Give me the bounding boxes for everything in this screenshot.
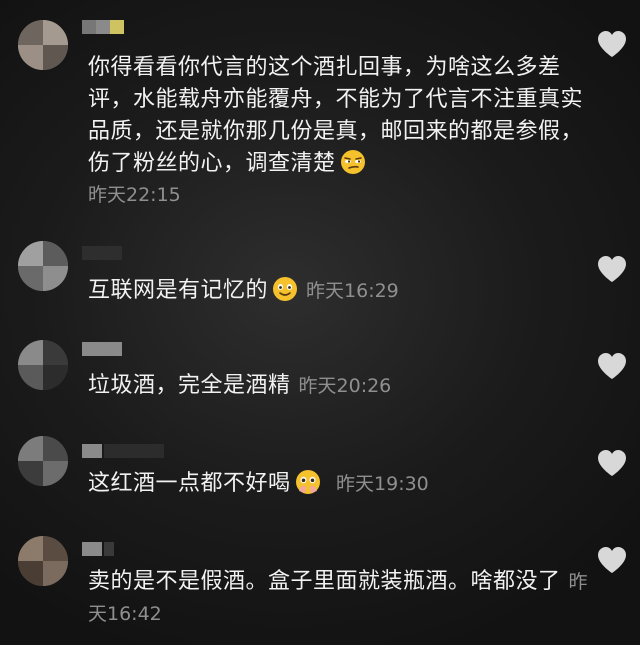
comment-timestamp: 昨天16:29 xyxy=(306,280,399,302)
avatar[interactable] xyxy=(18,20,68,70)
avatar[interactable] xyxy=(18,340,68,390)
pleading-face-emoji xyxy=(295,470,320,494)
smirking-face-emoji xyxy=(340,150,365,174)
comment-text: 垃圾酒，完全是酒精 昨天20:26 xyxy=(88,370,588,402)
comment-item: 互联网是有记忆的 昨天16:29 xyxy=(0,225,640,325)
avatar[interactable] xyxy=(18,536,68,586)
comment-item: 你得看看你代言的这个酒扎回事，为啥这么多差评，水能载舟亦能覆舟，不能为了代言不注… xyxy=(0,0,640,215)
username-pixelated[interactable] xyxy=(82,542,114,556)
comment-body: 这红酒一点都不好喝 xyxy=(88,471,291,496)
like-heart-icon[interactable] xyxy=(596,254,628,284)
username-pixelated[interactable] xyxy=(82,342,122,356)
comment-timestamp: 昨天19:30 xyxy=(336,473,429,495)
comment-body: 你得看看你代言的这个酒扎回事，为啥这么多差评，水能载舟亦能覆舟，不能为了代言不注… xyxy=(88,55,584,176)
comment-body: 互联网是有记忆的 xyxy=(88,278,269,303)
like-heart-icon[interactable] xyxy=(596,351,628,381)
username-pixelated[interactable] xyxy=(82,20,124,34)
comment-body: 卖的是不是假酒。盒子里面就装瓶酒。啥都没了 xyxy=(88,569,561,594)
avatar[interactable] xyxy=(18,241,68,291)
comment-text: 你得看看你代言的这个酒扎回事，为啥这么多差评，水能载舟亦能覆舟，不能为了代言不注… xyxy=(88,52,588,180)
smiling-face-emoji xyxy=(273,277,298,301)
username-pixelated[interactable] xyxy=(82,444,164,458)
like-heart-icon[interactable] xyxy=(596,545,628,575)
comment-timestamp: 昨天20:26 xyxy=(298,375,392,397)
username-pixelated[interactable] xyxy=(82,246,122,260)
comment-item: 这红酒一点都不好喝 昨天19:30 xyxy=(0,430,640,530)
comment-body: 垃圾酒，完全是酒精 xyxy=(88,373,291,398)
comment-text: 卖的是不是假酒。盒子里面就装瓶酒。啥都没了 昨天16:42 xyxy=(88,566,588,630)
like-heart-icon[interactable] xyxy=(596,448,628,478)
comment-timestamp: 昨天22:15 xyxy=(88,184,181,206)
comment-item: 卖的是不是假酒。盒子里面就装瓶酒。啥都没了 昨天16:42 xyxy=(0,528,640,645)
comment-text: 互联网是有记忆的 昨天16:29 xyxy=(88,275,588,307)
comment-text: 这红酒一点都不好喝 昨天19:30 xyxy=(88,468,588,500)
like-heart-icon[interactable] xyxy=(596,29,628,59)
comment-item: 垃圾酒，完全是酒精 昨天20:26 xyxy=(0,330,640,425)
avatar[interactable] xyxy=(18,436,68,486)
